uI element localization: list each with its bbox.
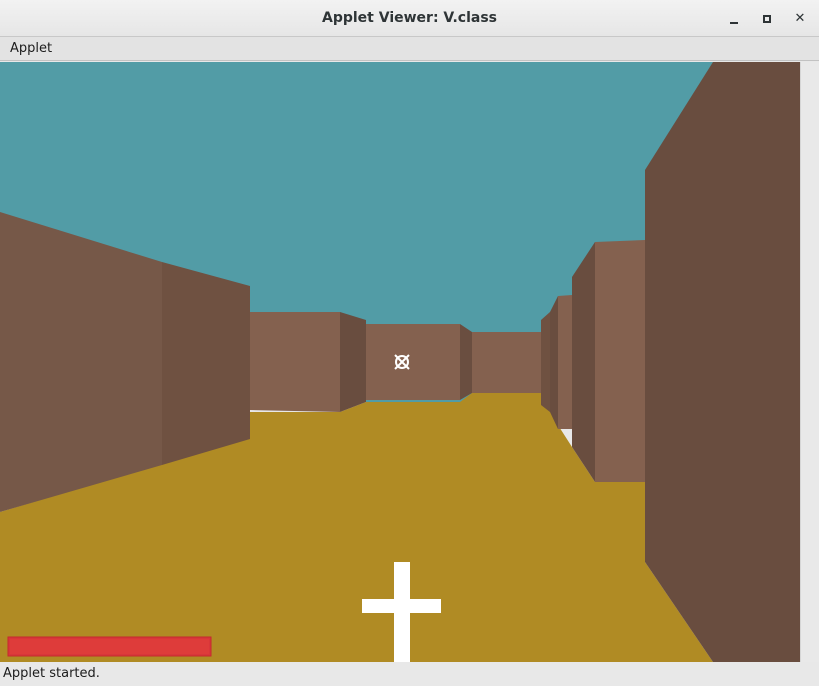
minimize-button[interactable] [724, 9, 744, 29]
wall-center-far [472, 332, 541, 393]
wall-right-front [558, 295, 572, 429]
close-icon: ✕ [794, 11, 806, 26]
right-margin [800, 62, 819, 662]
wall-center-front-side [460, 324, 472, 400]
status-text: Applet started. [3, 666, 100, 681]
wall-right-far-side [541, 312, 550, 412]
statusbar: Applet started. [0, 662, 819, 686]
wall-left-mid [162, 262, 250, 465]
window-titlebar[interactable]: Applet Viewer: V.class ✕ [0, 0, 819, 37]
game-scene[interactable] [0, 62, 800, 662]
wall-right-closest [645, 62, 800, 662]
wall-left-near [0, 212, 162, 512]
window-title: Applet Viewer: V.class [322, 10, 497, 26]
wall-center-left-side [340, 312, 366, 412]
health-bar [7, 636, 212, 657]
wall-center-left [250, 312, 340, 412]
close-button[interactable]: ✕ [790, 9, 810, 29]
game-viewport[interactable] [0, 62, 800, 662]
minimize-icon [730, 22, 738, 24]
menubar: Applet [0, 37, 819, 61]
wall-center-front [366, 324, 460, 400]
wall-right-back-side [550, 296, 558, 429]
wall-right-near-side [572, 242, 595, 482]
maximize-button[interactable] [757, 9, 777, 29]
wall-right-near-front [595, 240, 645, 482]
maximize-icon [763, 15, 771, 23]
menu-applet[interactable]: Applet [10, 37, 52, 61]
